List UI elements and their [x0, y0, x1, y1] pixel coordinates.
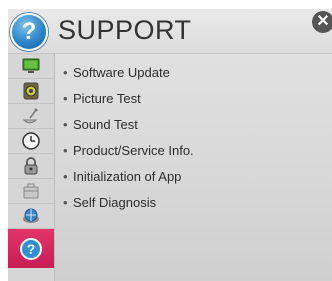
channel-satellite-icon: [22, 108, 38, 124]
menu-item-picture-test[interactable]: • Picture Test: [63, 86, 194, 112]
menu-header: ? SUPPORT ✕: [8, 9, 332, 54]
menu-item-self-diagnosis[interactable]: • Self Diagnosis: [63, 190, 194, 216]
lock-icon: [24, 157, 38, 175]
picture-tv-icon: [22, 58, 40, 73]
help-question-icon: ?: [10, 13, 48, 51]
category-sidebar: ?: [8, 54, 55, 281]
sound-speaker-icon: [23, 82, 39, 100]
menu-item-label: Software Update: [73, 65, 170, 80]
sidebar-item-time[interactable]: [8, 129, 54, 154]
option-briefcase-icon: [23, 183, 39, 199]
close-icon[interactable]: ✕: [312, 11, 332, 33]
bullet: •: [63, 195, 68, 210]
support-question-icon: ?: [20, 237, 42, 260]
menu-item-label: Self Diagnosis: [73, 195, 157, 210]
support-menu-window: ? SUPPORT ✕ ? • Software Update • Pictur…: [8, 9, 332, 281]
bullet: •: [63, 117, 68, 132]
sidebar-item-network[interactable]: [8, 204, 54, 229]
sidebar-item-support[interactable]: ?: [8, 229, 54, 268]
svg-text:?: ?: [27, 241, 36, 257]
time-clock-icon: [22, 132, 40, 150]
menu-item-label: Sound Test: [73, 117, 138, 132]
menu-item-label: Initialization of App: [73, 169, 182, 184]
bullet: •: [63, 169, 68, 184]
support-content: • Software Update • Picture Test • Sound Te…: [55, 54, 332, 281]
sidebar-item-sound[interactable]: [8, 79, 54, 104]
bullet: •: [63, 143, 68, 158]
sidebar-item-channel[interactable]: [8, 104, 54, 129]
bullet: •: [63, 91, 68, 106]
menu-item-label: Picture Test: [73, 91, 141, 106]
sidebar-item-option[interactable]: [8, 179, 54, 204]
menu-item-product-service-info[interactable]: • Product/Service Info.: [63, 138, 194, 164]
sidebar-item-lock[interactable]: [8, 154, 54, 179]
bullet: •: [63, 65, 68, 80]
network-globe-icon: [23, 208, 39, 223]
page-title: SUPPORT: [58, 15, 192, 45]
menu-item-sound-test[interactable]: • Sound Test: [63, 112, 194, 138]
menu-item-initialization-of-app[interactable]: • Initialization of App: [63, 164, 194, 190]
menu-item-software-update[interactable]: • Software Update: [63, 60, 194, 86]
support-options-list: • Software Update • Picture Test • Sound Te…: [63, 60, 194, 216]
sidebar-item-picture[interactable]: [8, 54, 54, 79]
menu-item-label: Product/Service Info.: [73, 143, 194, 158]
